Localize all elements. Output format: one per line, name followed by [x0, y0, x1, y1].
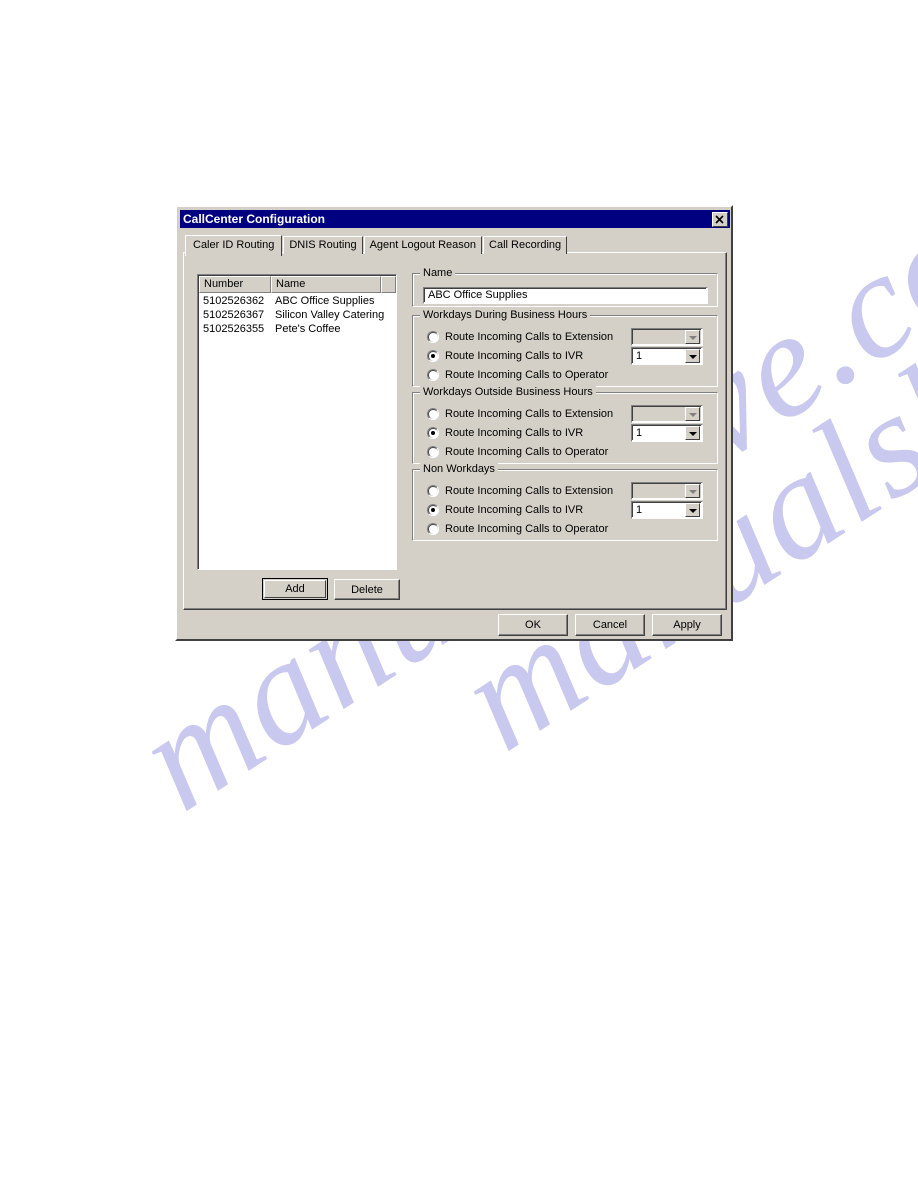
- ivr-combo[interactable]: 1: [631, 424, 703, 442]
- radio-extension-icon[interactable]: [427, 331, 439, 343]
- window-title: CallCenter Configuration: [183, 212, 326, 226]
- cancel-button-label: Cancel: [592, 619, 628, 631]
- radio-row-ivr[interactable]: Route Incoming Calls to IVR: [427, 502, 583, 518]
- add-button-label: Add: [285, 583, 305, 595]
- table-row[interactable]: 5102526367 Silicon Valley Catering: [199, 308, 396, 322]
- radio-extension-icon[interactable]: [427, 408, 439, 420]
- radio-operator-icon[interactable]: [427, 523, 439, 535]
- column-header-number[interactable]: Number: [199, 276, 271, 293]
- non-workdays-groupbox: Non Workdays Route Incoming Calls to Ext…: [412, 463, 718, 541]
- column-header-name[interactable]: Name: [271, 276, 381, 293]
- radio-ivr-icon[interactable]: [427, 427, 439, 439]
- radio-ivr-icon[interactable]: [427, 350, 439, 362]
- ok-button-label: OK: [525, 619, 541, 631]
- delete-button-label: Delete: [351, 583, 383, 596]
- radio-row-ivr[interactable]: Route Incoming Calls to IVR: [427, 425, 583, 441]
- cell-name: ABC Office Supplies: [275, 295, 375, 307]
- groupbox-title: Workdays During Business Hours: [420, 309, 591, 321]
- ivr-combo-value: 1: [636, 503, 643, 516]
- extension-combo[interactable]: [631, 405, 703, 423]
- radio-row-operator[interactable]: Route Incoming Calls to Operator: [427, 521, 608, 537]
- cell-name: Silicon Valley Catering: [275, 309, 385, 321]
- tab-label: Caler ID Routing: [193, 239, 275, 251]
- radio-row-ivr[interactable]: Route Incoming Calls to IVR: [427, 348, 583, 364]
- close-button[interactable]: [712, 211, 728, 227]
- tab-call-recording[interactable]: Call Recording: [483, 236, 568, 254]
- chevron-down-icon[interactable]: [685, 484, 700, 498]
- radio-operator-label: Route Incoming Calls to Operator: [445, 368, 609, 381]
- workdays-during-business-hours-groupbox: Workdays During Business Hours Route Inc…: [412, 309, 718, 387]
- tab-label: DNIS Routing: [289, 239, 357, 251]
- name-groupbox-title: Name: [420, 267, 456, 279]
- tab-label: Agent Logout Reason: [369, 239, 477, 251]
- delete-button[interactable]: Delete: [334, 579, 400, 600]
- cell-number: 5102526355: [203, 323, 265, 335]
- radio-operator-icon[interactable]: [427, 446, 439, 458]
- radio-row-operator[interactable]: Route Incoming Calls to Operator: [427, 367, 608, 383]
- ivr-combo[interactable]: 1: [631, 501, 703, 519]
- chevron-down-icon[interactable]: [685, 426, 700, 440]
- groupbox-title: Workdays Outside Business Hours: [420, 386, 596, 398]
- radio-row-extension[interactable]: Route Incoming Calls to Extension: [427, 483, 613, 499]
- column-header-filler: [381, 276, 396, 293]
- chevron-down-icon[interactable]: [685, 503, 700, 517]
- add-button[interactable]: Add: [262, 578, 328, 600]
- chevron-down-icon[interactable]: [685, 330, 700, 344]
- title-bar[interactable]: CallCenter Configuration: [180, 210, 730, 228]
- tab-content-inner: Number Name 5102526362 ABC Office Suppli…: [184, 253, 726, 609]
- radio-operator-label: Route Incoming Calls to Operator: [445, 445, 609, 458]
- extension-combo[interactable]: [631, 482, 703, 500]
- radio-operator-label: Route Incoming Calls to Operator: [445, 522, 609, 535]
- cell-number: 5102526362: [203, 295, 265, 307]
- radio-extension-label: Route Incoming Calls to Extension: [445, 330, 614, 343]
- radio-extension-icon[interactable]: [427, 485, 439, 497]
- close-x-icon: [715, 214, 724, 224]
- radio-row-extension[interactable]: Route Incoming Calls to Extension: [427, 329, 613, 345]
- groupbox-title: Non Workdays: [420, 463, 498, 475]
- radio-operator-icon[interactable]: [427, 369, 439, 381]
- tab-agent-logout-reason[interactable]: Agent Logout Reason: [363, 236, 483, 254]
- radio-extension-label: Route Incoming Calls to Extension: [445, 407, 614, 420]
- tab-caller-id-routing[interactable]: Caler ID Routing: [185, 235, 283, 256]
- workdays-outside-business-hours-groupbox: Workdays Outside Business Hours Route In…: [412, 386, 718, 464]
- radio-ivr-label: Route Incoming Calls to IVR: [445, 349, 584, 362]
- tab-label: Call Recording: [489, 239, 562, 251]
- radio-ivr-label: Route Incoming Calls to IVR: [445, 426, 584, 439]
- listview-header: Number Name: [199, 276, 396, 293]
- name-input[interactable]: [425, 289, 706, 302]
- name-groupbox: Name: [412, 267, 718, 307]
- callcenter-configuration-dialog: CallCenter Configuration Caler ID Routin…: [175, 205, 733, 641]
- apply-button-label: Apply: [673, 619, 701, 631]
- ok-button[interactable]: OK: [498, 614, 568, 636]
- radio-ivr-icon[interactable]: [427, 504, 439, 516]
- ivr-combo[interactable]: 1: [631, 347, 703, 365]
- cell-number: 5102526367: [203, 309, 265, 321]
- listview-inner: Number Name 5102526362 ABC Office Suppli…: [198, 275, 396, 569]
- apply-button[interactable]: Apply: [652, 614, 722, 636]
- extension-combo[interactable]: [631, 328, 703, 346]
- ivr-combo-value: 1: [636, 349, 643, 362]
- radio-row-extension[interactable]: Route Incoming Calls to Extension: [427, 406, 613, 422]
- caller-id-listview[interactable]: Number Name 5102526362 ABC Office Suppli…: [197, 274, 397, 570]
- tab-dnis-routing[interactable]: DNIS Routing: [283, 236, 363, 254]
- radio-ivr-label: Route Incoming Calls to IVR: [445, 503, 584, 516]
- radio-row-operator[interactable]: Route Incoming Calls to Operator: [427, 444, 608, 460]
- ivr-combo-value: 1: [636, 426, 643, 439]
- chevron-down-icon[interactable]: [685, 407, 700, 421]
- name-input-wrapper[interactable]: [423, 287, 708, 304]
- tab-content-panel: Number Name 5102526362 ABC Office Suppli…: [183, 252, 727, 610]
- cell-name: Pete's Coffee: [275, 323, 341, 335]
- radio-extension-label: Route Incoming Calls to Extension: [445, 484, 614, 497]
- listview-rows: 5102526362 ABC Office Supplies 510252636…: [199, 293, 396, 336]
- table-row[interactable]: 5102526362 ABC Office Supplies: [199, 294, 396, 308]
- chevron-down-icon[interactable]: [685, 349, 700, 363]
- cancel-button[interactable]: Cancel: [575, 614, 645, 636]
- table-row[interactable]: 5102526355 Pete's Coffee: [199, 322, 396, 336]
- tab-strip: Caler ID Routing DNIS Routing Agent Logo…: [185, 234, 568, 256]
- dialog-inner-frame: CallCenter Configuration Caler ID Routin…: [177, 207, 731, 639]
